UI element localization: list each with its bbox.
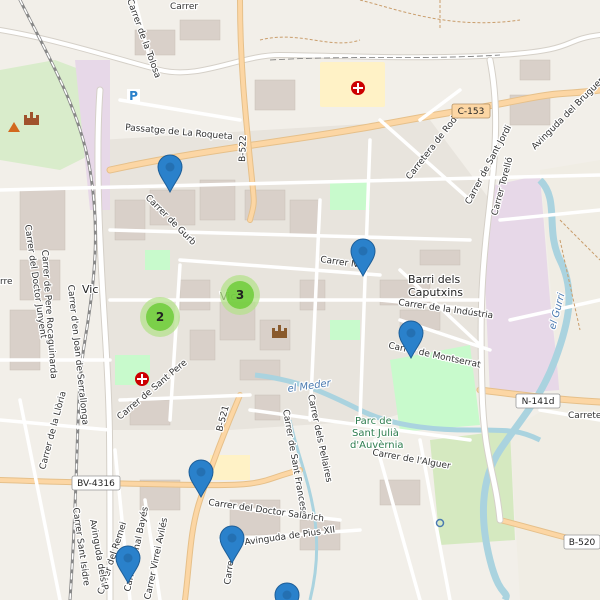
svg-text:B-520: B-520 (569, 538, 596, 548)
hospital-icon (351, 81, 365, 95)
street-carrete: Carrete (568, 411, 600, 421)
place-label-caputxins: Caputxins (408, 286, 463, 299)
svg-text:N-141d: N-141d (522, 397, 555, 407)
map-base-layer: Vic Vic Barri dels Caputxins el Meder el… (0, 0, 600, 600)
cluster-marker-3[interactable]: 3 (220, 275, 260, 315)
road-shield-b520: B-520 (563, 534, 600, 550)
street-b522: B-522 (238, 135, 249, 162)
cluster-count: 3 (236, 288, 244, 302)
svg-text:C-153: C-153 (458, 107, 485, 117)
street-carre-left: rre (0, 277, 13, 287)
svg-text:P: P (129, 89, 138, 103)
park-label-line1: Parc de (355, 416, 392, 427)
parking-icon: P (127, 89, 140, 103)
map-view[interactable]: Vic Vic Barri dels Caputxins el Meder el… (0, 0, 600, 600)
cluster-marker-2[interactable]: 2 (140, 297, 180, 337)
hospital-icon (135, 372, 149, 386)
road-shield-n141d: N-141d (515, 393, 561, 409)
street-carrer-top: Carrer (170, 2, 198, 12)
cluster-count: 2 (156, 310, 164, 324)
road-shield-c153: C-153 (451, 103, 491, 119)
road-shield-bv4316: BV-4316 (71, 475, 121, 491)
place-label-vic-small: Vic (82, 283, 98, 296)
place-label-barri: Barri dels (408, 273, 460, 286)
svg-text:BV-4316: BV-4316 (77, 479, 115, 489)
park-label-line2: Sant Julià (352, 427, 399, 439)
